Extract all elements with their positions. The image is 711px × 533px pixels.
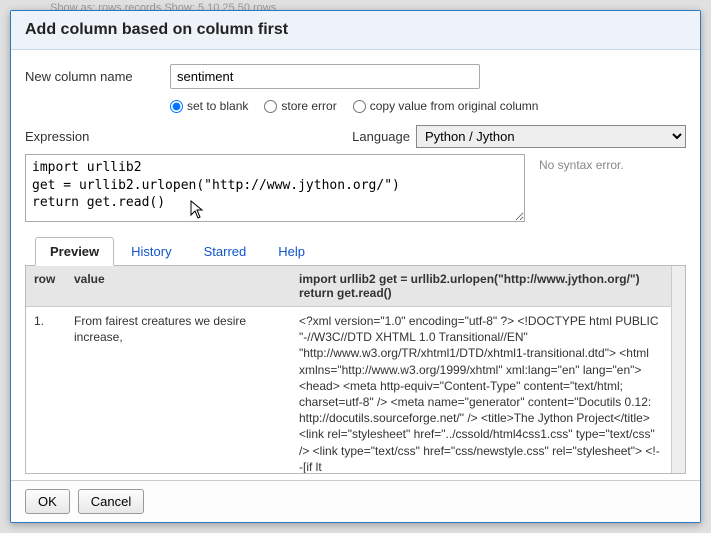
tab-preview[interactable]: Preview [35,237,114,266]
dialog-title: Add column based on column first [11,11,700,50]
preview-header-result: import urllib2 get = urllib2.urlopen("ht… [291,266,671,307]
radio-copy-value[interactable]: copy value from original column [353,99,539,113]
add-column-dialog: Add column based on column first New col… [10,10,701,523]
result-tabs: Preview History Starred Help [25,236,686,266]
tab-help[interactable]: Help [263,237,320,266]
new-column-name-input[interactable] [170,64,480,89]
preview-table: row value import urllib2 get = urllib2.u… [26,266,671,473]
cell-result: <?xml version="1.0" encoding="utf-8" ?> … [291,307,671,474]
language-label: Language [352,129,410,144]
expression-textarea[interactable]: import urllib2 get = urllib2.urlopen("ht… [25,154,525,222]
tab-starred[interactable]: Starred [189,237,262,266]
cell-row-number: 1. [26,307,66,474]
expression-label: Expression [25,129,89,144]
ok-button[interactable]: OK [25,489,70,514]
radio-store-error[interactable]: store error [264,99,336,113]
preview-header-row: row [26,266,66,307]
cell-value: From fairest creatures we desire increas… [66,307,291,474]
preview-header-value: value [66,266,291,307]
cancel-button[interactable]: Cancel [78,489,144,514]
table-row: 1. From fairest creatures we desire incr… [26,307,671,474]
tab-history[interactable]: History [116,237,186,266]
language-select[interactable]: Python / Jython [416,125,686,148]
new-column-label: New column name [25,69,170,84]
preview-scrollbar[interactable] [671,266,685,473]
on-error-radio-group: set to blank store error copy value from… [170,99,686,113]
radio-set-to-blank[interactable]: set to blank [170,99,248,113]
syntax-status: No syntax error. [535,154,686,222]
